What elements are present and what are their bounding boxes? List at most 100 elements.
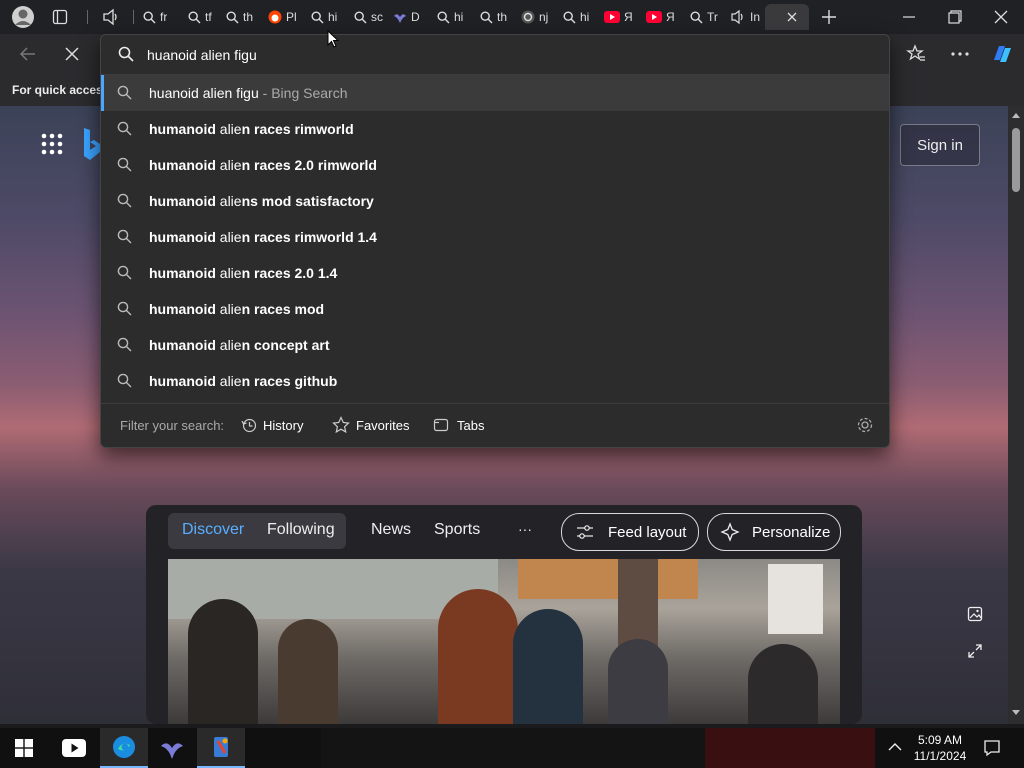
filter-favorites-button[interactable]: Favorites <box>332 413 409 437</box>
copilot-icon[interactable] <box>990 42 1014 66</box>
suggestion-match-plain: alie <box>215 301 242 317</box>
tab-label: nj <box>539 10 549 24</box>
tab-4[interactable]: hi <box>311 4 337 30</box>
taskbar-app-red[interactable] <box>705 728 875 768</box>
favorites-icon[interactable] <box>906 44 926 64</box>
filter-favorites-label: Favorites <box>356 417 410 433</box>
suggestion-item[interactable]: humanoid alien races rimworld 1.4 <box>101 219 889 255</box>
search-icon <box>118 46 134 62</box>
suggestion-completion: n races rimworld <box>241 121 354 137</box>
new-tab-icon[interactable] <box>821 9 837 25</box>
scroll-thumb[interactable] <box>1012 128 1020 192</box>
suggestion-match-bold: humanoid <box>149 373 216 389</box>
stop-loading-icon[interactable] <box>64 46 80 62</box>
sign-in-button[interactable]: Sign in <box>900 124 980 166</box>
suggestion-item[interactable]: humanoid alien races 2.0 rimworld <box>101 147 889 183</box>
search-icon <box>437 10 450 24</box>
settings-gear-icon[interactable] <box>857 417 873 433</box>
tab-sports[interactable]: Sports <box>434 521 480 539</box>
close-window-icon[interactable] <box>994 10 1008 24</box>
scroll-up-icon[interactable] <box>1012 112 1020 118</box>
tab-2[interactable]: th <box>226 4 253 30</box>
suggestion-match-bold: humanoid <box>149 121 216 137</box>
suggestion-item[interactable]: humanoid alien races 2.0 1.4 <box>101 255 889 291</box>
apps-grid-icon[interactable] <box>41 133 63 155</box>
suggestion-match-bold: humanoid <box>149 157 216 173</box>
tab-news[interactable]: News <box>371 521 411 539</box>
favorites-bar-prompt: For quick access <box>12 83 110 97</box>
minimize-icon[interactable] <box>902 10 916 24</box>
close-tab-icon[interactable] <box>786 11 798 23</box>
news-photo[interactable] <box>168 559 840 724</box>
clock-time: 5:09 AM <box>917 733 963 747</box>
system-clock[interactable]: 5:09 AM 11/1/2024 <box>908 732 972 764</box>
tab-9[interactable]: nj <box>521 4 548 30</box>
tab-8[interactable]: th <box>480 4 507 30</box>
taskbar-app-bird[interactable] <box>148 728 196 768</box>
more-options-icon[interactable] <box>951 52 969 56</box>
tab-10[interactable]: hi <box>563 4 589 30</box>
suggestion-item[interactable]: humanoid alien races github <box>101 363 889 399</box>
tab-14[interactable]: In <box>730 4 760 30</box>
profile-avatar-icon[interactable] <box>11 5 35 29</box>
notification-center-icon[interactable] <box>983 739 1001 757</box>
back-icon[interactable] <box>19 45 37 63</box>
photo-storefront <box>518 559 698 599</box>
search-icon <box>117 157 132 175</box>
search-icon <box>143 10 156 24</box>
suggestion-text: humanoid alien races rimworld <box>149 121 354 137</box>
speaker-icon[interactable] <box>102 8 120 26</box>
tab-discover[interactable]: Discover <box>182 521 244 539</box>
taskbar-edge[interactable] <box>100 728 148 768</box>
taskbar-active-window-bar[interactable] <box>321 728 705 768</box>
tab-13[interactable]: Tr <box>690 4 718 30</box>
show-hidden-icons-chevron-icon[interactable] <box>888 742 902 752</box>
more-tabs-button[interactable]: ··· <box>518 521 532 537</box>
suggestion-match-plain: alie <box>215 265 242 281</box>
tab-0[interactable]: fr <box>143 4 167 30</box>
tab-3[interactable]: Pl <box>268 4 297 30</box>
address-bar-input[interactable] <box>145 42 869 68</box>
bird-app-icon <box>161 743 183 759</box>
tab-label: Я <box>666 10 675 24</box>
suggestion-item[interactable]: humanoid alien races rimworld <box>101 111 889 147</box>
taskbar: 5:09 AM 11/1/2024 <box>0 728 1024 768</box>
taskbar-youtube[interactable] <box>50 728 98 768</box>
search-icon <box>354 10 367 24</box>
suggestion-bing-search[interactable]: huanoid alien figu - Bing Search <box>101 75 889 111</box>
tab-12[interactable]: Я <box>646 4 675 30</box>
tab-11[interactable]: Я <box>604 4 633 30</box>
tab-1[interactable]: tf <box>188 4 212 30</box>
suggestion-completion: n races 2.0 rimworld <box>241 157 377 173</box>
search-icon <box>117 229 132 247</box>
suggestion-item[interactable]: humanoid alien races mod <box>101 291 889 327</box>
tab-actions-icon[interactable] <box>52 9 68 25</box>
taskbar-app-paint[interactable] <box>197 728 245 768</box>
filter-tabs-button[interactable]: Tabs <box>433 413 484 437</box>
tab-following[interactable]: Following <box>267 521 335 539</box>
start-button[interactable] <box>0 728 48 768</box>
feed-layout-button[interactable]: Feed layout <box>561 513 699 551</box>
sign-in-label: Sign in <box>917 136 963 154</box>
restore-icon[interactable] <box>948 10 962 24</box>
suggestion-completion: n races mod <box>241 301 325 317</box>
filter-history-button[interactable]: History <box>241 413 303 437</box>
tab-6[interactable]: D <box>393 4 420 30</box>
tab-5[interactable]: sc <box>354 4 383 30</box>
tab-7[interactable]: hi <box>437 4 463 30</box>
photo-person <box>188 599 258 724</box>
page-scrollbar[interactable] <box>1008 106 1024 724</box>
tab-label: sc <box>371 10 383 24</box>
sliders-icon <box>576 524 594 540</box>
scroll-down-icon[interactable] <box>1012 710 1020 716</box>
expand-icon[interactable] <box>967 643 983 659</box>
suggestion-item[interactable]: humanoid aliens mod satisfactory <box>101 183 889 219</box>
background-image-icon[interactable] <box>967 606 983 622</box>
speaker-icon <box>730 9 746 25</box>
suggestion-item[interactable]: humanoid alien concept art <box>101 327 889 363</box>
search-icon <box>563 10 576 24</box>
suggestion-match-plain: alie <box>215 229 242 245</box>
personalize-button[interactable]: Personalize <box>707 513 841 551</box>
photo-person <box>748 644 818 724</box>
personalize-label: Personalize <box>752 523 831 541</box>
